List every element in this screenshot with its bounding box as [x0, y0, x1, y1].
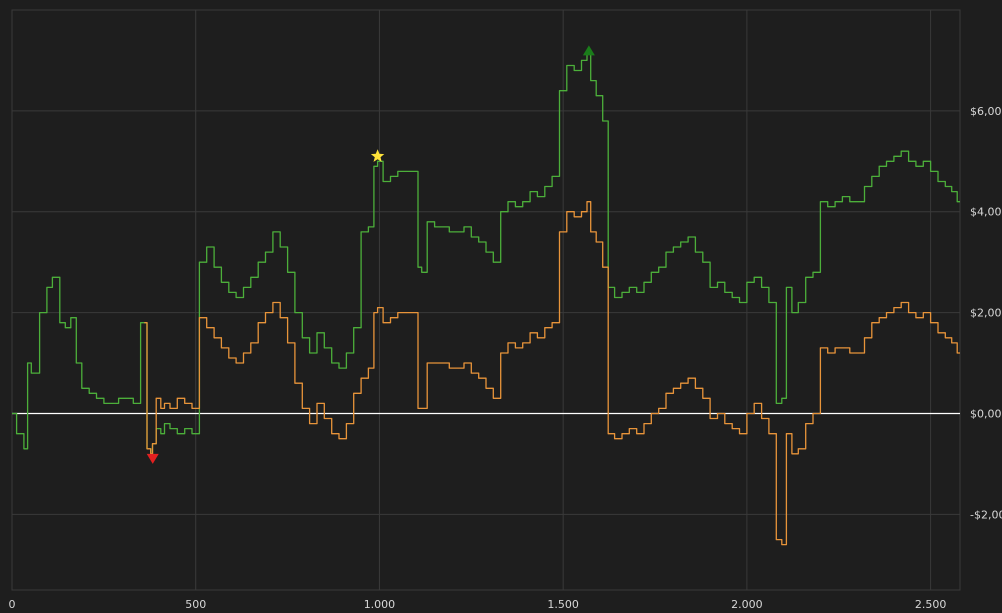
x-tick-label: 0: [9, 598, 16, 611]
pnl-line-chart: 0 500 1.000 1.500 2.000 2.500 -$2,00 $0,00 $2,0…: [0, 0, 1002, 613]
x-tick-label: 2.500: [915, 598, 947, 611]
x-tick-label: 1.000: [364, 598, 396, 611]
x-tick-label: 1.500: [547, 598, 579, 611]
x-tick-label: 2.000: [731, 598, 763, 611]
y-tick-label: $4,00: [970, 206, 1002, 219]
y-tick-label: $2,00: [970, 307, 1002, 320]
y-tick-label: -$2,00: [970, 508, 1002, 521]
x-tick-label: 500: [185, 598, 206, 611]
chart-background: [0, 0, 1002, 613]
y-tick-label: $6,00: [970, 105, 1002, 118]
y-tick-label: $0,00: [970, 407, 1002, 420]
